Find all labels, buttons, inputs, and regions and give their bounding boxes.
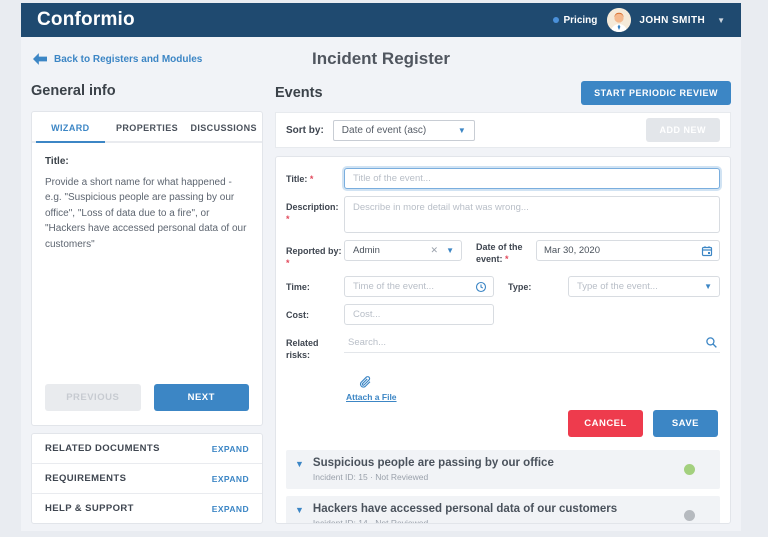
date-value: Mar 30, 2020 — [544, 245, 600, 256]
expand-link[interactable]: EXPAND — [212, 474, 249, 484]
time-input[interactable] — [351, 281, 475, 293]
clock-icon[interactable] — [475, 281, 487, 293]
incident-title: Hackers have accessed personal data of o… — [312, 502, 618, 515]
cost-label: Cost: — [286, 310, 309, 321]
brand-logo[interactable]: Conformio — [37, 9, 135, 31]
start-periodic-review-button[interactable]: START PERIODIC REVIEW — [581, 81, 731, 105]
attach-file-button[interactable]: Attach a File — [346, 375, 416, 402]
type-label: Type: — [508, 282, 532, 293]
reported-by-value: Admin — [353, 245, 380, 256]
sort-bar: Sort by: Date of event (asc) ▼ ADD NEW — [275, 112, 731, 148]
tab-properties[interactable]: PROPERTIES — [109, 112, 186, 141]
section-related-documents[interactable]: RELATED DOCUMENTS EXPAND — [32, 434, 262, 464]
next-button[interactable]: NEXT — [153, 384, 249, 411]
app-frame: Conformio Pricing JOHN SMITH ▼ Incident … — [21, 3, 741, 531]
events-panel: Events START PERIODIC REVIEW Sort by: Da… — [275, 81, 731, 524]
related-risks-field — [344, 332, 720, 354]
arrow-left-icon — [33, 53, 47, 65]
attach-file-label: Attach a File — [346, 391, 397, 402]
wizard-tabs: WIZARD PROPERTIES DISCUSSIONS — [32, 112, 262, 144]
section-label: RELATED DOCUMENTS — [45, 443, 160, 454]
date-field[interactable]: Mar 30, 2020 — [536, 240, 720, 261]
wizard-help-text: Provide a short name for what happened -… — [45, 176, 247, 250]
back-link-label: Back to Registers and Modules — [54, 53, 203, 65]
expand-link[interactable]: EXPAND — [212, 504, 249, 514]
title-input[interactable] — [351, 173, 713, 184]
description-label: Description: * — [286, 202, 339, 225]
page-header: Incident Register Back to Registers and … — [21, 37, 741, 81]
user-name: JOHN SMITH — [639, 14, 706, 26]
tab-discussions[interactable]: DISCUSSIONS — [185, 112, 262, 141]
paperclip-icon — [359, 375, 371, 388]
search-icon[interactable] — [705, 336, 718, 349]
sort-by-label: Sort by: — [286, 124, 324, 136]
date-label: Date of the event: * — [476, 242, 523, 265]
related-risks-label: Related risks: — [286, 338, 319, 361]
chevron-down-icon[interactable]: ▼ — [295, 503, 304, 515]
event-form-card: Title: * Description: * Reported by: * A… — [275, 156, 731, 524]
chevron-down-icon: ▼ — [717, 15, 725, 25]
wizard-field-title: Title: — [45, 156, 69, 168]
clear-icon[interactable]: ✕ — [431, 245, 439, 256]
avatar — [607, 8, 632, 32]
reported-by-select[interactable]: Admin ✕ ▼ — [344, 240, 462, 261]
status-dot — [684, 463, 695, 475]
cost-input[interactable] — [351, 309, 487, 321]
general-info-heading: General info — [31, 83, 116, 99]
pricing-label: Pricing — [563, 14, 598, 26]
status-dot — [684, 509, 695, 521]
events-heading: Events — [275, 85, 323, 101]
sections-card: RELATED DOCUMENTS EXPAND REQUIREMENTS EX… — [31, 433, 263, 524]
time-label: Time: — [286, 282, 310, 293]
incident-row[interactable]: ▼ Hackers have accessed personal data of… — [286, 495, 720, 524]
incident-meta: Incident ID: 15 · Not Reviewed — [312, 471, 429, 482]
user-menu[interactable]: JOHN SMITH ▼ — [607, 8, 725, 32]
related-risks-search-input[interactable] — [346, 336, 705, 348]
pricing-link[interactable]: Pricing — [552, 14, 598, 26]
cancel-button[interactable]: CANCEL — [568, 409, 643, 437]
reported-by-label: Reported by: * — [286, 246, 342, 269]
title-field — [344, 168, 720, 189]
sort-select[interactable]: Date of event (asc) ▼ — [332, 119, 475, 141]
title-label: Title: * — [286, 174, 314, 184]
section-label: REQUIREMENTS — [45, 473, 127, 484]
chevron-down-icon[interactable]: ▼ — [295, 457, 304, 469]
sort-select-value: Date of event (asc) — [341, 124, 427, 136]
chevron-down-icon: ▼ — [457, 125, 466, 135]
type-select[interactable]: Type of the event... ▼ — [568, 276, 720, 298]
calendar-icon[interactable] — [701, 245, 713, 257]
general-info-panel: General info WIZARD PROPERTIES DISCUSSIO… — [31, 83, 263, 524]
type-placeholder: Type of the event... — [577, 281, 658, 293]
previous-button[interactable]: PREVIOUS — [45, 384, 141, 411]
chevron-down-icon: ▼ — [446, 246, 454, 255]
chevron-down-icon: ▼ — [704, 282, 712, 292]
description-input[interactable] — [344, 196, 720, 233]
add-new-button[interactable]: ADD NEW — [645, 118, 720, 142]
save-button[interactable]: SAVE — [652, 409, 718, 437]
time-field — [344, 276, 494, 298]
incident-meta: Incident ID: 14 · Not Reviewed — [312, 517, 429, 524]
top-navbar: Conformio Pricing JOHN SMITH ▼ — [21, 3, 741, 37]
tab-wizard[interactable]: WIZARD — [32, 112, 109, 144]
wizard-card: WIZARD PROPERTIES DISCUSSIONS Title: Pro… — [31, 111, 263, 426]
section-label: HELP & SUPPORT — [45, 503, 134, 514]
section-help-support[interactable]: HELP & SUPPORT EXPAND — [32, 494, 262, 523]
section-requirements[interactable]: REQUIREMENTS EXPAND — [32, 464, 262, 494]
incident-row[interactable]: ▼ Suspicious people are passing by our o… — [286, 449, 720, 489]
back-link[interactable]: Back to Registers and Modules — [33, 53, 202, 65]
wizard-content: Title: Provide a short name for what hap… — [32, 143, 262, 384]
cost-field — [344, 304, 494, 326]
expand-link[interactable]: EXPAND — [212, 444, 249, 454]
incident-title: Suspicious people are passing by our off… — [312, 456, 554, 469]
pricing-dot-icon — [552, 17, 559, 23]
